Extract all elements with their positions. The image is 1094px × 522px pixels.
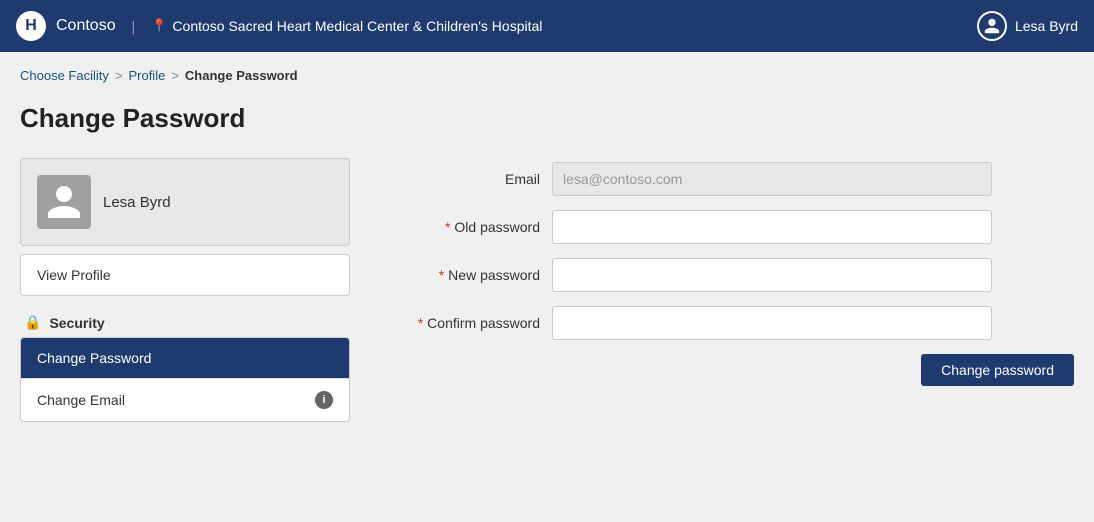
required-marker-1: * [445,219,450,235]
sidebar-submenu: Change Password Change Email i [20,337,350,422]
sidebar-item-view-profile[interactable]: View Profile [21,255,349,295]
user-avatar-icon[interactable] [977,11,1007,41]
header-divider: | [132,18,136,34]
new-password-label: *New password [380,267,540,283]
new-password-input[interactable] [552,258,992,292]
content-layout: Lesa Byrd View Profile 🔒 Security Change… [20,158,1074,422]
breadcrumb-profile[interactable]: Profile [128,68,165,83]
form-area: Email *Old password *New password [380,158,1074,386]
app-logo: H [16,11,46,41]
brand-name: Contoso [56,17,116,35]
avatar [37,175,91,229]
breadcrumb-sep-1: > [115,68,123,83]
breadcrumb-choose-facility[interactable]: Choose Facility [20,68,109,83]
info-icon: i [315,391,333,409]
old-password-input[interactable] [552,210,992,244]
user-card: Lesa Byrd [20,158,350,246]
breadcrumb-sep-2: > [171,68,179,83]
confirm-password-label: *Confirm password [380,315,540,331]
required-marker-2: * [439,267,444,283]
form-row-new-password: *New password [380,258,1074,292]
sidebar-item-change-password[interactable]: Change Password [21,338,349,379]
facility-name: 📍 Contoso Sacred Heart Medical Center & … [151,18,542,34]
sidebar: Lesa Byrd View Profile 🔒 Security Change… [20,158,350,422]
form-row-confirm-password: *Confirm password [380,306,1074,340]
sidebar-item-change-email[interactable]: Change Email i [21,379,349,421]
form-row-old-password: *Old password [380,210,1074,244]
email-label: Email [380,171,540,187]
form-actions: Change password [380,354,1074,386]
header-user-name: Lesa Byrd [1015,18,1078,34]
lock-icon: 🔒 [24,314,41,331]
change-password-button[interactable]: Change password [921,354,1074,386]
breadcrumb: Choose Facility > Profile > Change Passw… [20,68,1074,83]
confirm-password-input[interactable] [552,306,992,340]
location-pin-icon: 📍 [151,18,167,34]
required-marker-3: * [418,315,423,331]
security-label: Security [49,315,104,331]
breadcrumb-current: Change Password [185,68,298,83]
sidebar-menu: View Profile [20,254,350,296]
sidebar-user-name: Lesa Byrd [103,194,171,211]
header-right: Lesa Byrd [977,11,1078,41]
sidebar-security-header: 🔒 Security [20,304,350,337]
app-header: H Contoso | 📍 Contoso Sacred Heart Medic… [0,0,1094,52]
page-title: Change Password [20,103,1074,134]
email-field [552,162,992,196]
main-container: Choose Facility > Profile > Change Passw… [0,52,1094,522]
old-password-label: *Old password [380,219,540,235]
header-left: H Contoso | 📍 Contoso Sacred Heart Medic… [16,11,542,41]
form-row-email: Email [380,162,1074,196]
